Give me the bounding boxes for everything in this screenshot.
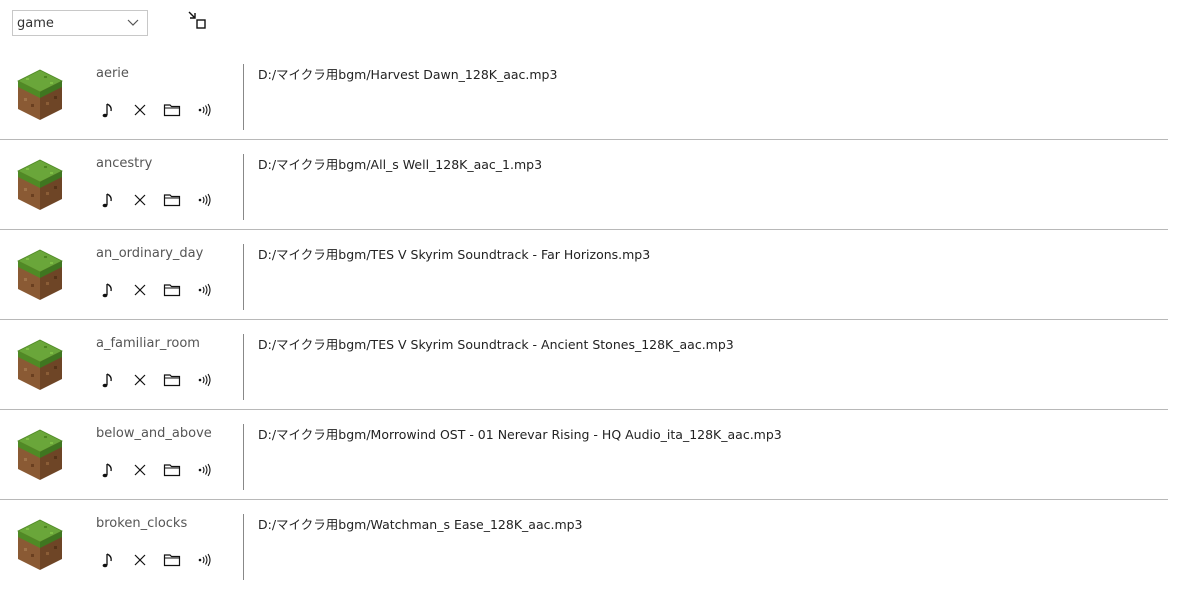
folder-icon[interactable] <box>162 100 182 120</box>
close-icon[interactable] <box>130 100 150 120</box>
track-file-path[interactable]: D:/マイクラ用bgm/Morrowind OST - 01 Nerevar R… <box>258 424 782 443</box>
close-icon[interactable] <box>130 370 150 390</box>
track-name: aerie <box>96 66 129 81</box>
grass-block-icon <box>16 518 64 572</box>
close-icon[interactable] <box>130 190 150 210</box>
track-name: broken_clocks <box>96 516 188 531</box>
speaker-icon[interactable] <box>194 370 214 390</box>
speaker-icon[interactable] <box>194 100 214 120</box>
track-actions <box>98 370 214 390</box>
track-row: broken_clocks D:/マイクラ用bgm/Watchman_s Eas… <box>0 500 1168 590</box>
speaker-icon[interactable] <box>194 460 214 480</box>
folder-icon[interactable] <box>162 460 182 480</box>
toolbar: game <box>12 8 148 38</box>
chevron-down-icon <box>127 17 139 29</box>
grass-block-icon <box>16 338 64 392</box>
music-note-icon[interactable] <box>98 550 118 570</box>
category-select[interactable]: game <box>12 10 148 36</box>
speaker-icon[interactable] <box>194 280 214 300</box>
folder-icon[interactable] <box>162 550 182 570</box>
row-divider <box>243 154 244 220</box>
track-file-path[interactable]: D:/マイクラ用bgm/TES V Skyrim Soundtrack - An… <box>258 334 734 353</box>
category-select-value: game <box>17 15 54 31</box>
track-file-path[interactable]: D:/マイクラ用bgm/Watchman_s Ease_128K_aac.mp3 <box>258 514 583 533</box>
track-name: below_and_above <box>96 426 212 441</box>
grass-block-icon <box>16 158 64 212</box>
track-actions <box>98 280 214 300</box>
folder-icon[interactable] <box>162 280 182 300</box>
track-row: aerie D:/マイクラ用bgm/Harvest Dawn_128K_aac.… <box>0 50 1168 140</box>
row-divider <box>243 64 244 130</box>
track-actions <box>98 100 214 120</box>
close-icon[interactable] <box>130 280 150 300</box>
track-row: ancestry D:/マイクラ用bgm/All_s Well_128K_aac… <box>0 140 1168 230</box>
speaker-icon[interactable] <box>194 190 214 210</box>
row-divider <box>243 424 244 490</box>
music-note-icon[interactable] <box>98 460 118 480</box>
track-actions <box>98 460 214 480</box>
grass-block-icon <box>16 68 64 122</box>
close-icon[interactable] <box>130 460 150 480</box>
track-actions <box>98 550 214 570</box>
track-name: an_ordinary_day <box>96 246 204 261</box>
track-row: below_and_above D:/マイクラ用bgm/Morrowind OS… <box>0 410 1168 500</box>
music-note-icon[interactable] <box>98 100 118 120</box>
track-row: an_ordinary_day D:/マイクラ用bgm/TES V Skyrim… <box>0 230 1168 320</box>
expand-arrow-icon[interactable] <box>186 9 208 31</box>
music-note-icon[interactable] <box>98 190 118 210</box>
folder-icon[interactable] <box>162 370 182 390</box>
music-note-icon[interactable] <box>98 280 118 300</box>
track-actions <box>98 190 214 210</box>
folder-icon[interactable] <box>162 190 182 210</box>
grass-block-icon <box>16 248 64 302</box>
track-name: ancestry <box>96 156 153 171</box>
track-name: a_familiar_room <box>96 336 200 351</box>
track-file-path[interactable]: D:/マイクラ用bgm/All_s Well_128K_aac_1.mp3 <box>258 154 542 173</box>
track-file-path[interactable]: D:/マイクラ用bgm/TES V Skyrim Soundtrack - Fa… <box>258 244 650 263</box>
row-divider <box>243 244 244 310</box>
close-icon[interactable] <box>130 550 150 570</box>
music-note-icon[interactable] <box>98 370 118 390</box>
track-row: a_familiar_room D:/マイクラ用bgm/TES V Skyrim… <box>0 320 1168 410</box>
grass-block-icon <box>16 428 64 482</box>
track-file-path[interactable]: D:/マイクラ用bgm/Harvest Dawn_128K_aac.mp3 <box>258 64 557 83</box>
row-divider <box>243 334 244 400</box>
track-list: aerie D:/マイクラ用bgm/Harvest Dawn_128K_aac.… <box>0 50 1168 590</box>
speaker-icon[interactable] <box>194 550 214 570</box>
row-divider <box>243 514 244 580</box>
